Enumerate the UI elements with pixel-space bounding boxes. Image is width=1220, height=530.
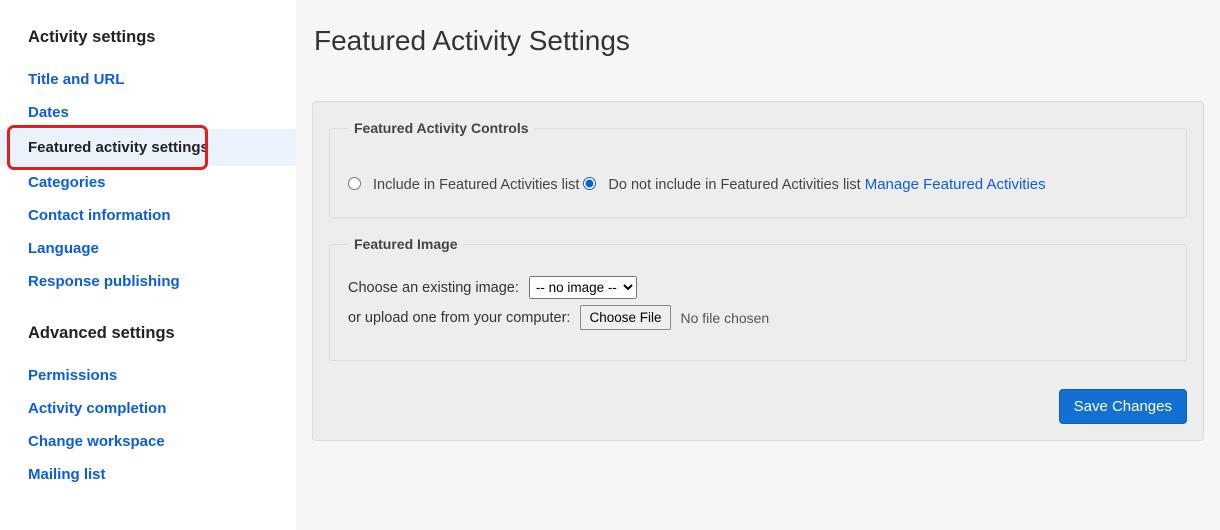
choose-existing-row: Choose an existing image: -- no image -- <box>348 276 1168 299</box>
upload-row: or upload one from your computer: Choose… <box>348 305 1168 330</box>
sidebar-link[interactable]: Contact information <box>28 207 171 224</box>
actions-row: Save Changes <box>329 389 1187 424</box>
sidebar-section-activity: Activity settings Title and URL Dates Fe… <box>0 18 296 298</box>
radio-include-label: Include in Featured Activities list <box>373 177 579 193</box>
sidebar-link[interactable]: Featured activity settings <box>28 139 209 156</box>
sidebar-link[interactable]: Language <box>28 240 99 257</box>
sidebar-link[interactable]: Permissions <box>28 367 117 384</box>
sidebar-item-mailing-list[interactable]: Mailing list <box>0 458 296 491</box>
sidebar-link[interactable]: Title and URL <box>28 71 124 88</box>
sidebar-section-advanced: Advanced settings Permissions Activity c… <box>0 314 296 491</box>
choose-existing-label: Choose an existing image: <box>348 280 519 296</box>
choose-file-button[interactable]: Choose File <box>580 305 670 330</box>
featured-image-fieldset: Featured Image Choose an existing image:… <box>329 236 1187 361</box>
sidebar-item-change-workspace[interactable]: Change workspace <box>0 425 296 458</box>
image-legend: Featured Image <box>348 236 463 252</box>
sidebar-link[interactable]: Categories <box>28 174 106 191</box>
radio-exclude[interactable] <box>583 177 596 190</box>
save-changes-button[interactable]: Save Changes <box>1059 389 1187 424</box>
sidebar-item-title-and-url[interactable]: Title and URL <box>0 63 296 96</box>
sidebar-item-categories[interactable]: Categories <box>0 166 296 199</box>
sidebar-link[interactable]: Activity completion <box>28 400 166 417</box>
upload-prompt-label: or upload one from your computer: <box>348 310 570 326</box>
settings-panel: Featured Activity Controls Include in Fe… <box>312 101 1204 441</box>
controls-legend: Featured Activity Controls <box>348 120 535 136</box>
sidebar-link[interactable]: Mailing list <box>28 466 106 483</box>
sidebar-item-activity-completion[interactable]: Activity completion <box>0 392 296 425</box>
sidebar-item-language[interactable]: Language <box>0 232 296 265</box>
sidebar-heading-activity: Activity settings <box>0 18 296 63</box>
radio-include-row[interactable]: Include in Featured Activities list <box>348 177 583 193</box>
settings-sidebar: Activity settings Title and URL Dates Fe… <box>0 0 296 530</box>
sidebar-link[interactable]: Dates <box>28 104 69 121</box>
sidebar-link[interactable]: Change workspace <box>28 433 165 450</box>
existing-image-select[interactable]: -- no image -- <box>529 276 637 299</box>
featured-activity-controls-fieldset: Featured Activity Controls Include in Fe… <box>329 120 1187 218</box>
no-file-chosen-text: No file chosen <box>681 310 770 326</box>
sidebar-item-featured-activity-settings[interactable]: Featured activity settings <box>0 129 296 166</box>
page-title: Featured Activity Settings <box>312 25 1204 57</box>
radio-include[interactable] <box>348 177 361 190</box>
main-content: Featured Activity Settings Featured Acti… <box>296 0 1220 530</box>
sidebar-item-permissions[interactable]: Permissions <box>0 359 296 392</box>
radio-exclude-row[interactable]: Do not include in Featured Activities li… <box>583 177 864 193</box>
manage-featured-activities-link[interactable]: Manage Featured Activities <box>865 176 1046 193</box>
radio-exclude-label: Do not include in Featured Activities li… <box>608 177 860 193</box>
sidebar-item-dates[interactable]: Dates <box>0 96 296 129</box>
sidebar-item-contact-information[interactable]: Contact information <box>0 199 296 232</box>
sidebar-item-response-publishing[interactable]: Response publishing <box>0 265 296 298</box>
sidebar-link[interactable]: Response publishing <box>28 273 180 290</box>
sidebar-heading-advanced: Advanced settings <box>0 314 296 359</box>
